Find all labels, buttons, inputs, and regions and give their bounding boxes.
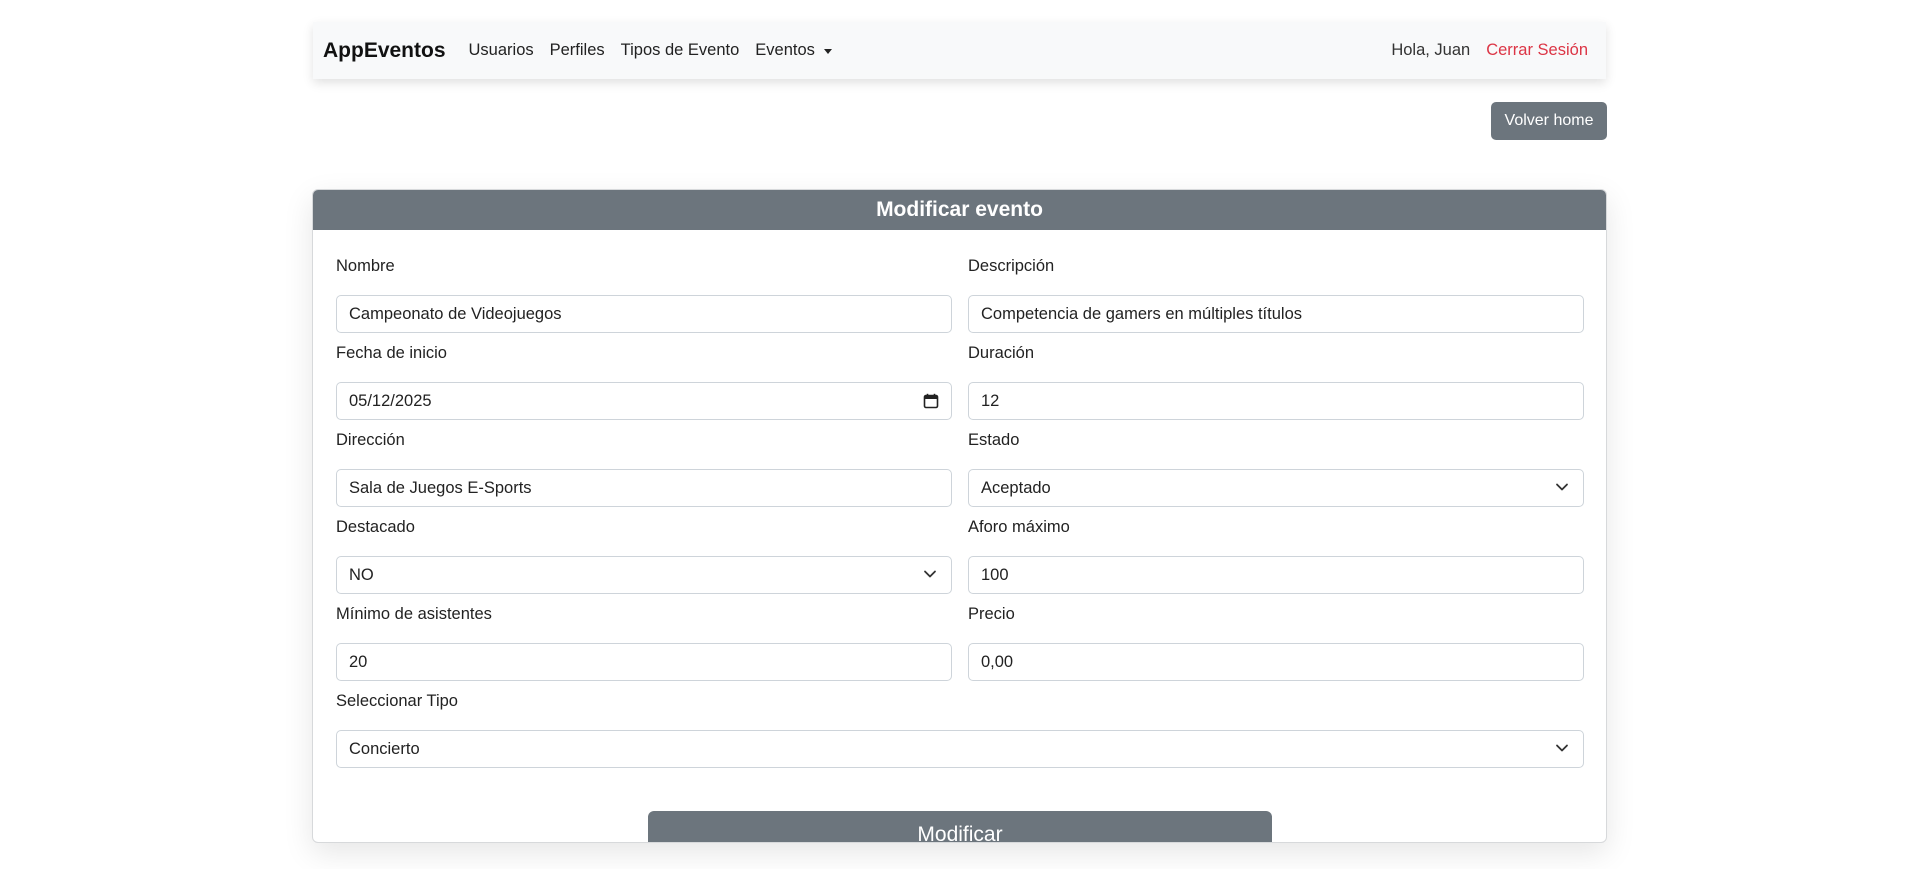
card-title: Modificar evento — [313, 190, 1606, 230]
direccion-input[interactable]: Sala de Juegos E-Sports — [336, 469, 952, 507]
chevron-down-icon — [1556, 744, 1568, 752]
duracion-label: Duración — [968, 344, 1035, 362]
aforo-maximo-label: Aforo máximo — [968, 518, 1070, 536]
minimo-asistentes-value: 20 — [349, 652, 368, 671]
duracion-group: Duración 12 — [968, 342, 1584, 420]
descripcion-value: Competencia de gamers en múltiples títul… — [981, 304, 1302, 323]
nombre-value: Campeonato de Videojuegos — [349, 304, 562, 323]
direccion-group: Dirección Sala de Juegos E-Sports — [336, 429, 952, 507]
logout-link[interactable]: Cerrar Sesión — [1486, 41, 1588, 60]
fecha-inicio-input[interactable]: 05/12/2025 — [336, 382, 952, 420]
duracion-input[interactable]: 12 — [968, 382, 1584, 420]
fecha-inicio-value: 05/12/2025 — [349, 391, 432, 410]
submit-button[interactable]: Modificar — [648, 811, 1272, 842]
estado-value: Aceptado — [981, 478, 1051, 497]
minimo-asistentes-input[interactable]: 20 — [336, 643, 952, 681]
chevron-down-icon — [1556, 483, 1568, 491]
nav-link-tipos-evento[interactable]: Tipos de Evento — [621, 41, 740, 60]
aforo-maximo-group: Aforo máximo 100 — [968, 516, 1584, 594]
calendar-icon[interactable] — [923, 393, 939, 409]
destacado-select[interactable]: NO — [336, 556, 952, 594]
fecha-inicio-label: Fecha de inicio — [336, 344, 447, 362]
nombre-input[interactable]: Campeonato de Videojuegos — [336, 295, 952, 333]
destacado-group: Destacado NO — [336, 516, 952, 594]
estado-select[interactable]: Aceptado — [968, 469, 1584, 507]
direccion-label: Dirección — [336, 431, 405, 449]
chevron-down-icon — [924, 570, 936, 578]
duracion-value: 12 — [981, 391, 1000, 410]
caret-down-icon — [823, 48, 832, 54]
back-home-button[interactable]: Volver home — [1491, 102, 1607, 140]
destacado-value: NO — [349, 565, 374, 584]
descripcion-input[interactable]: Competencia de gamers en múltiples títul… — [968, 295, 1584, 333]
estado-group: Estado Aceptado — [968, 429, 1584, 507]
direccion-value: Sala de Juegos E-Sports — [349, 478, 532, 497]
precio-value: 0,00 — [981, 652, 1014, 671]
nav-dropdown-eventos-label: Eventos — [755, 41, 815, 59]
user-greeting: Hola, Juan — [1391, 41, 1471, 59]
descripcion-label: Descripción — [968, 257, 1055, 275]
nav-link-usuarios[interactable]: Usuarios — [469, 41, 534, 60]
nombre-label: Nombre — [336, 257, 395, 275]
navbar: AppEventos Usuarios Perfiles Tipos de Ev… — [313, 22, 1606, 79]
nav-dropdown-eventos[interactable]: Eventos — [755, 41, 832, 60]
aforo-maximo-input[interactable]: 100 — [968, 556, 1584, 594]
tipo-label: Seleccionar Tipo — [336, 692, 458, 710]
destacado-label: Destacado — [336, 518, 415, 536]
aforo-maximo-value: 100 — [981, 565, 1009, 584]
minimo-asistentes-group: Mínimo de asistentes 20 — [336, 603, 952, 681]
precio-group: Precio 0,00 — [968, 603, 1584, 681]
estado-label: Estado — [968, 431, 1020, 449]
precio-input[interactable]: 0,00 — [968, 643, 1584, 681]
tipo-select[interactable]: Concierto — [336, 730, 1584, 768]
minimo-asistentes-label: Mínimo de asistentes — [336, 605, 492, 623]
edit-event-card: Modificar evento Nombre Campeonato de Vi… — [312, 189, 1607, 843]
tipo-group: Seleccionar Tipo Concierto — [336, 690, 1584, 768]
brand-logo[interactable]: AppEventos — [323, 39, 446, 63]
descripcion-group: Descripción Competencia de gamers en múl… — [968, 255, 1584, 333]
nombre-group: Nombre Campeonato de Videojuegos — [336, 255, 952, 333]
nav-link-perfiles[interactable]: Perfiles — [550, 41, 605, 60]
tipo-value: Concierto — [349, 739, 420, 758]
fecha-inicio-group: Fecha de inicio 05/12/2025 — [336, 342, 952, 420]
precio-label: Precio — [968, 605, 1015, 623]
